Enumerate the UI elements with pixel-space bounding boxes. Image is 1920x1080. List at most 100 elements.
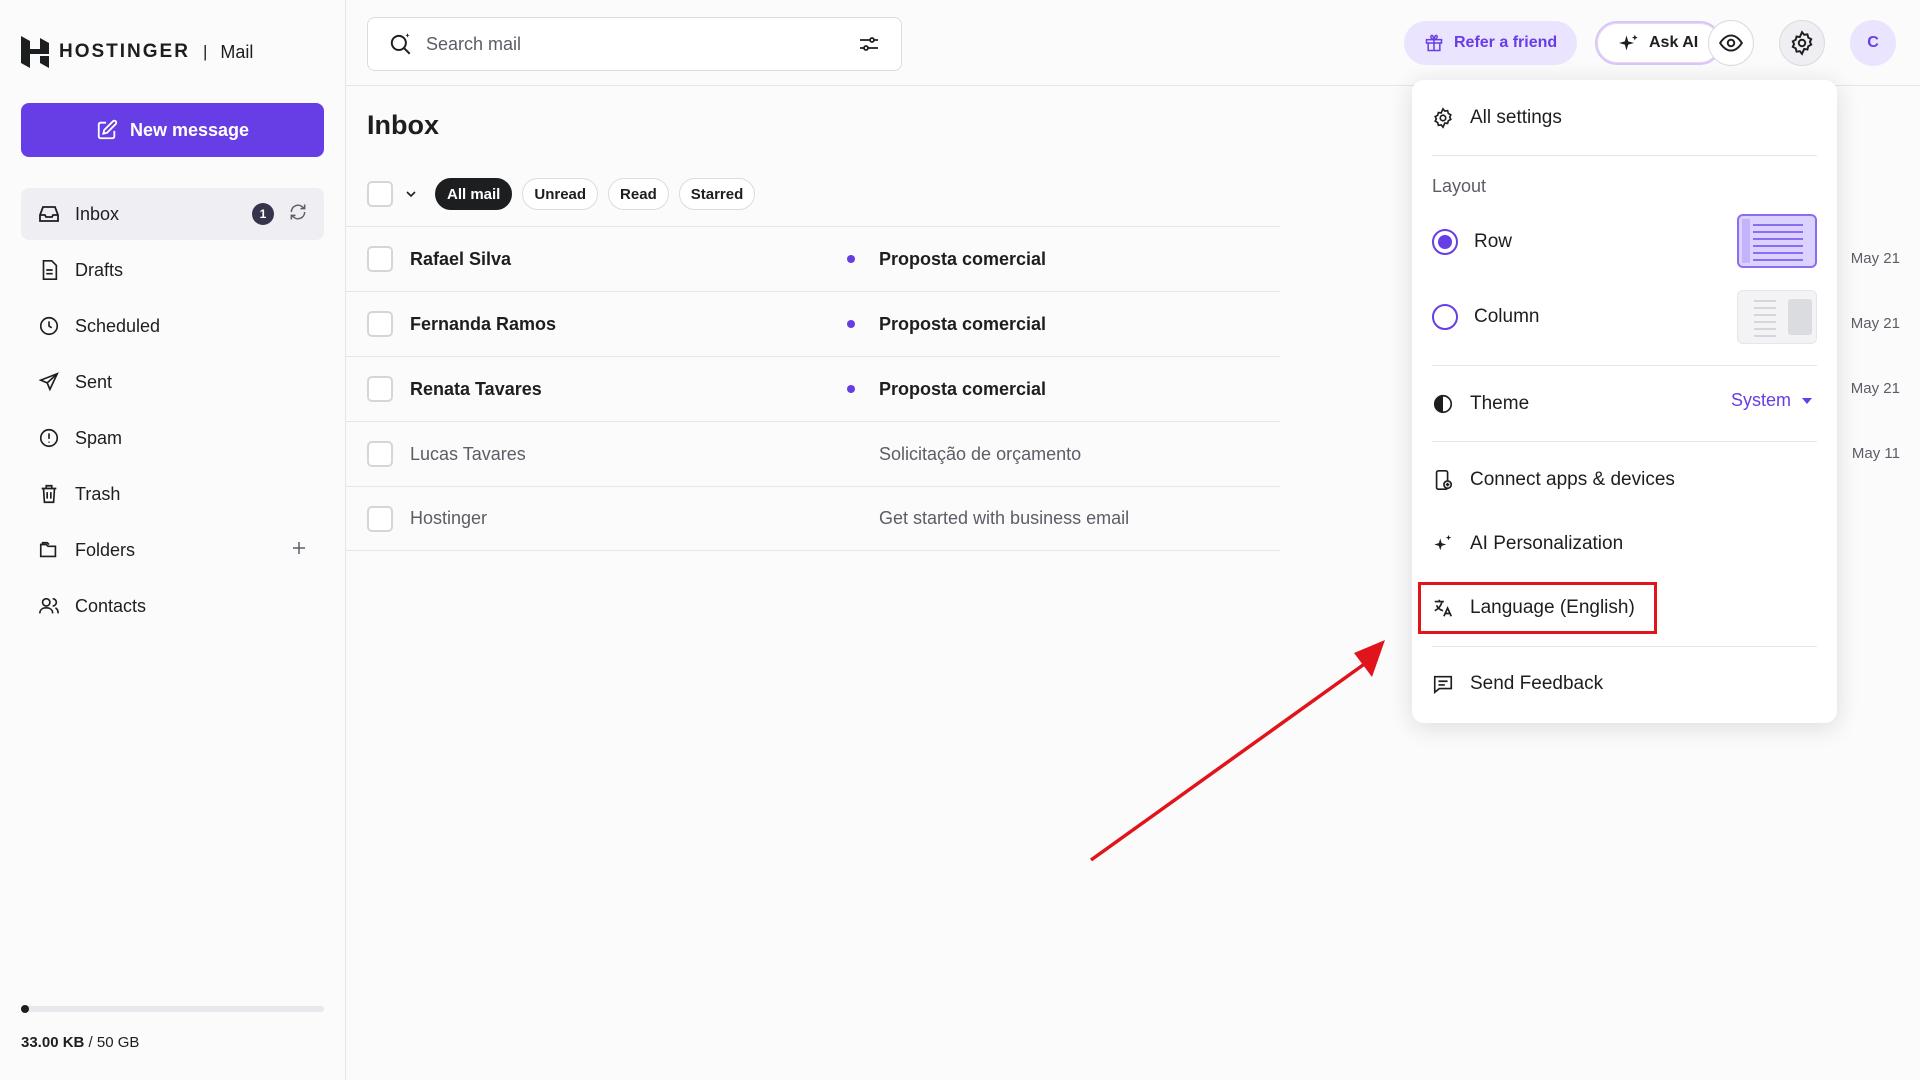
search-box[interactable] <box>367 17 902 71</box>
ai-personalization-label: AI Personalization <box>1470 533 1624 554</box>
ask-ai-button[interactable]: Ask AI <box>1595 21 1723 65</box>
add-folder-icon[interactable] <box>290 539 308 562</box>
language-label: Language (English) <box>1470 597 1635 618</box>
filter-read[interactable]: Read <box>608 178 669 210</box>
filter-sliders-icon[interactable] <box>857 32 881 56</box>
row-layout-preview[interactable] <box>1737 214 1817 268</box>
settings-dropdown: All settings Layout Row Column Theme Sys… <box>1412 80 1837 723</box>
language-item[interactable]: Language (English) <box>1432 588 1635 628</box>
inbox-icon <box>37 202 61 226</box>
sidebar-item-contacts[interactable]: Contacts <box>21 580 324 632</box>
folder-icon <box>37 538 61 562</box>
settings-button[interactable] <box>1779 20 1825 66</box>
storage-usage: 33.00 KB / 50 GB <box>21 1005 324 1051</box>
caret-down-icon <box>1802 397 1812 404</box>
search-input[interactable] <box>426 33 845 55</box>
sidebar-item-drafts[interactable]: Drafts <box>21 244 324 296</box>
message-list: Rafael Silva Proposta comercial Fernanda… <box>346 226 1280 551</box>
row-checkbox[interactable] <box>367 311 393 337</box>
message-subject: Proposta comercial <box>879 313 1047 334</box>
message-sender: Lucas Tavares <box>410 443 526 464</box>
message-row[interactable]: Lucas Tavares Solicitação de orçamento <box>346 421 1280 486</box>
send-feedback-item[interactable]: Send Feedback <box>1432 664 1603 704</box>
alert-icon <box>37 426 61 450</box>
sidebar-item-label: Spam <box>75 427 123 448</box>
row-radio[interactable] <box>1432 229 1458 255</box>
column-layout-preview[interactable] <box>1737 290 1817 344</box>
message-sender: Rafael Silva <box>410 248 512 269</box>
layout-column-option[interactable]: Column <box>1432 297 1539 337</box>
sidebar-item-label: Scheduled <box>75 315 161 336</box>
drafts-icon <box>37 258 61 282</box>
sidebar-item-label: Drafts <box>75 259 124 280</box>
brand-name: HOSTINGER <box>59 41 190 62</box>
theme-item: Theme <box>1432 384 1529 424</box>
filter-bar: All mail Unread Read Starred <box>367 178 756 210</box>
unread-dot <box>847 385 855 393</box>
ai-sparkle-icon <box>1619 34 1638 51</box>
new-message-label: New message <box>129 119 250 140</box>
storage-bar <box>21 1005 324 1013</box>
new-message-button[interactable]: New message <box>21 103 324 157</box>
theme-select[interactable]: System <box>1731 390 1813 411</box>
message-sender: Fernanda Ramos <box>410 313 557 334</box>
trash-icon <box>37 482 61 506</box>
message-row[interactable]: Renata Tavares Proposta comercial <box>346 356 1280 421</box>
column-radio[interactable] <box>1432 304 1458 330</box>
storage-used: 33.00 KB <box>21 1034 85 1051</box>
message-subject: Solicitação de orçamento <box>879 443 1082 464</box>
connect-apps-item[interactable]: Connect apps & devices <box>1432 460 1675 500</box>
sidebar-item-label: Inbox <box>75 203 120 224</box>
message-sender: Hostinger <box>410 508 488 528</box>
hostinger-logo[interactable]: HOSTINGER | Mail <box>21 36 253 68</box>
row-checkbox[interactable] <box>367 441 393 467</box>
refresh-icon[interactable] <box>288 202 308 227</box>
all-settings-item[interactable]: All settings <box>1432 98 1562 138</box>
contrast-icon <box>1433 394 1453 414</box>
sidebar-item-label: Contacts <box>75 595 147 616</box>
row-layout-preview-icon <box>1742 219 1803 263</box>
radio-dot <box>1438 235 1452 249</box>
message-row[interactable]: Rafael Silva Proposta comercial <box>346 226 1280 291</box>
message-subject: Get started with business email <box>879 508 1130 528</box>
menu-divider <box>1432 365 1817 366</box>
refer-a-friend-button[interactable]: Refer a friend <box>1404 21 1578 65</box>
ai-search-icon <box>390 33 411 55</box>
filter-all-mail[interactable]: All mail <box>435 178 513 210</box>
page-title: Inbox <box>367 110 439 140</box>
preview-toggle-button[interactable] <box>1708 20 1754 66</box>
message-row[interactable]: Hostinger Get started with business emai… <box>346 486 1280 551</box>
app-name: Mail <box>220 41 254 62</box>
sidebar-item-label: Folders <box>75 539 136 560</box>
connect-apps-label: Connect apps & devices <box>1470 469 1675 490</box>
translate-icon <box>1434 599 1453 617</box>
filter-unread[interactable]: Unread <box>522 178 599 210</box>
ask-ai-label: Ask AI <box>1649 34 1699 51</box>
sidebar-item-sent[interactable]: Sent <box>21 356 324 408</box>
sidebar-item-scheduled[interactable]: Scheduled <box>21 300 324 352</box>
sidebar-item-folders[interactable]: Folders <box>21 524 324 576</box>
sidebar-item-inbox[interactable]: Inbox 1 <box>21 188 324 240</box>
unread-dot <box>847 320 855 328</box>
sidebar-item-spam[interactable]: Spam <box>21 412 324 464</box>
send-feedback-label: Send Feedback <box>1470 673 1604 694</box>
select-all-checkbox[interactable] <box>367 181 393 207</box>
row-checkbox[interactable] <box>367 246 393 272</box>
send-icon <box>37 370 61 394</box>
sidebar-item-label: Sent <box>75 371 113 392</box>
sidebar-item-trash[interactable]: Trash <box>21 468 324 520</box>
storage-total: / 50 GB <box>88 1034 140 1051</box>
ai-personalization-item[interactable]: AI Personalization <box>1432 524 1623 564</box>
layout-row-option[interactable]: Row <box>1432 222 1512 262</box>
chevron-down-icon[interactable] <box>403 186 419 202</box>
gear-icon <box>1791 30 1813 56</box>
message-sender: Renata Tavares <box>410 378 542 399</box>
avatar[interactable]: C <box>1850 20 1896 66</box>
row-checkbox[interactable] <box>367 376 393 402</box>
filter-starred[interactable]: Starred <box>678 178 756 210</box>
sidebar-item-label: Trash <box>75 483 121 504</box>
layout-row-label: Row <box>1474 231 1513 252</box>
sidebar-nav: Inbox 1 Drafts Scheduled Sent Spam Trash… <box>21 188 324 636</box>
message-row[interactable]: Fernanda Ramos Proposta comercial <box>346 291 1280 356</box>
row-checkbox[interactable] <box>367 505 393 532</box>
